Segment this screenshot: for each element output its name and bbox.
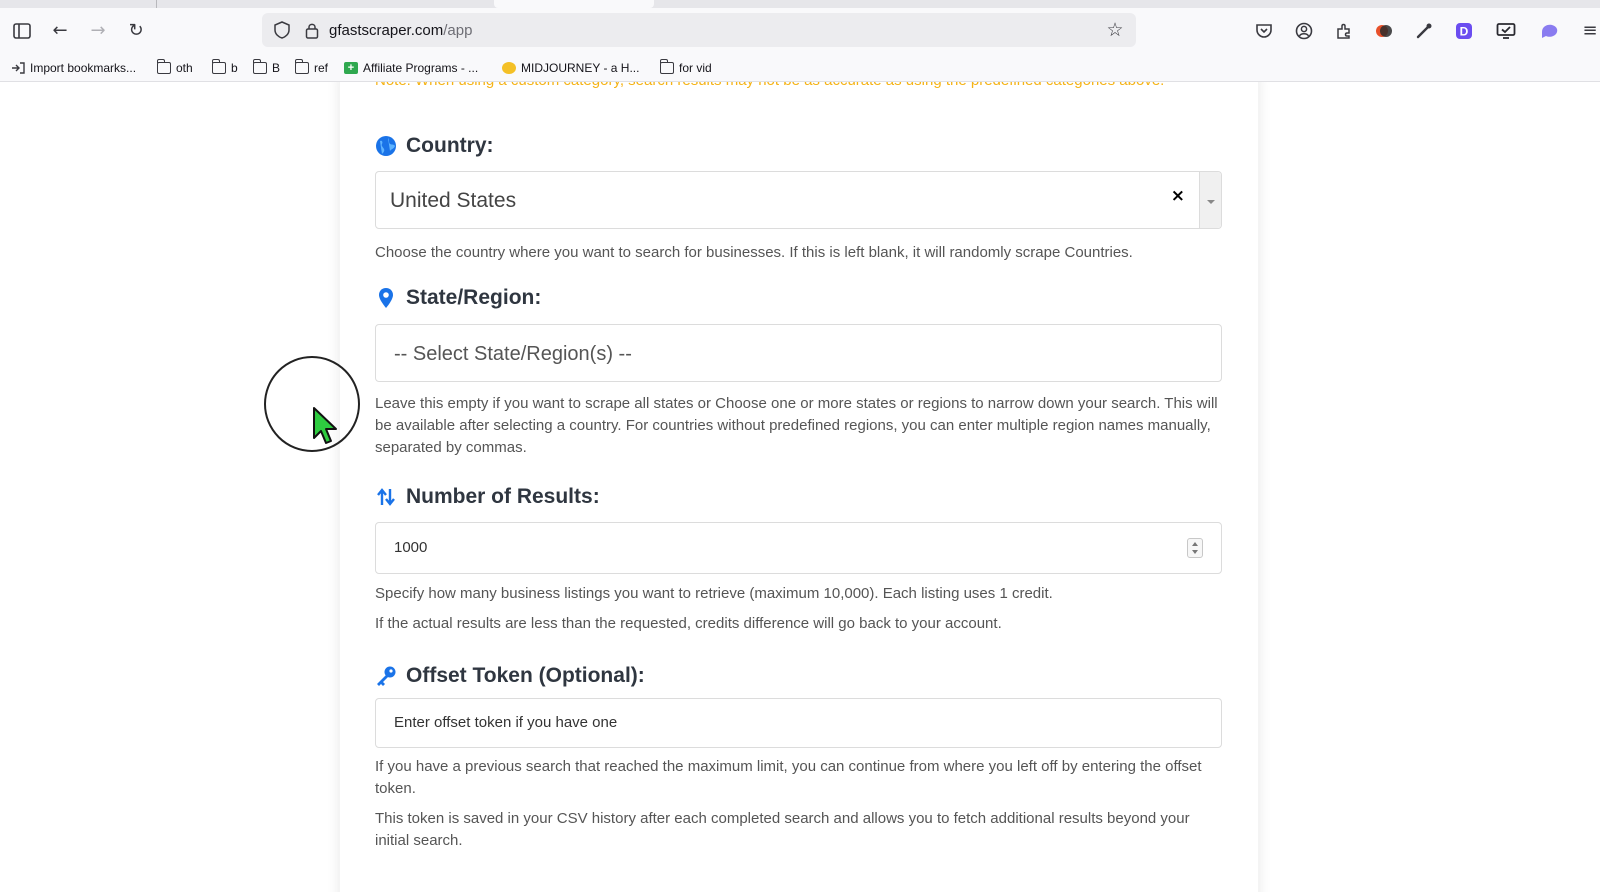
- url-host: gfastscraper.com: [329, 22, 444, 39]
- bookmark-label: MIDJOURNEY - a H...: [521, 61, 640, 75]
- bookmark-label: b: [231, 61, 238, 75]
- midjourney-icon: [502, 62, 516, 74]
- state-region-help-text: Leave this empty if you want to scrape a…: [375, 395, 1218, 456]
- country-select[interactable]: United States ×: [375, 171, 1222, 229]
- back-icon[interactable]: ←: [48, 19, 72, 43]
- ai-assistant-icon[interactable]: [1538, 19, 1562, 43]
- url-bar[interactable]: gfastscraper.com/app ☆: [262, 13, 1136, 47]
- extensions-icon[interactable]: [1332, 19, 1356, 43]
- bookmark-affiliate-programs[interactable]: + Affiliate Programs - ...: [344, 60, 478, 76]
- chevron-down-icon[interactable]: [1199, 172, 1221, 228]
- bookmark-folder-for-vid[interactable]: for vid: [659, 59, 712, 76]
- country-label-text: Country:: [406, 134, 494, 157]
- browser-toolbar: ← → ↻ gfastscraper.com/app ☆ D ≡: [0, 8, 1600, 54]
- state-region-placeholder: -- Select State/Region(s) --: [394, 343, 632, 365]
- country-help-text: Choose the country where you want to sea…: [375, 244, 1133, 261]
- clear-selection-icon[interactable]: ×: [1171, 186, 1185, 206]
- bookmark-folder-oth[interactable]: oth: [156, 59, 193, 76]
- menu-icon[interactable]: ≡: [1578, 19, 1600, 43]
- active-tab[interactable]: [494, 0, 654, 8]
- svg-text:D: D: [1460, 25, 1469, 39]
- tab-separator: [156, 0, 157, 8]
- country-label: Country:: [375, 134, 494, 158]
- url-path: /app: [443, 22, 473, 39]
- tab-strip: [0, 0, 1600, 8]
- number-of-results-help-text: Specify how many business listings you w…: [375, 585, 1053, 602]
- number-of-results-value: 1000: [394, 539, 428, 556]
- offset-token-label: Offset Token (Optional):: [375, 664, 645, 688]
- bookmark-folder-ref[interactable]: ref: [294, 59, 329, 76]
- sidebar-toggle-icon[interactable]: [10, 19, 34, 43]
- number-stepper[interactable]: [1187, 538, 1203, 558]
- forward-icon[interactable]: →: [86, 19, 110, 43]
- lock-icon[interactable]: [302, 20, 322, 40]
- color-extension-icon[interactable]: [1372, 19, 1396, 43]
- state-region-label-text: State/Region:: [406, 286, 542, 309]
- bookmarks-bar: Import bookmarks... oth b B ref + Affili…: [0, 54, 1600, 82]
- folder-icon: [659, 59, 674, 74]
- url-text[interactable]: gfastscraper.com/app: [329, 22, 472, 39]
- custom-category-note: Note: When using a custom category, sear…: [375, 82, 1205, 91]
- bookmark-folder-b[interactable]: b: [211, 59, 238, 76]
- state-region-label: State/Region:: [375, 286, 541, 310]
- number-of-results-label-text: Number of Results:: [406, 485, 600, 508]
- folder-icon: [211, 59, 226, 74]
- offset-token-placeholder: Enter offset token if you have one: [394, 714, 618, 731]
- number-of-results-label: Number of Results:: [375, 485, 600, 509]
- bookmark-label: Import bookmarks...: [30, 61, 137, 75]
- credits-refund-help-text: If the actual results are less than the …: [375, 615, 1002, 632]
- pocket-icon[interactable]: [1252, 19, 1276, 43]
- eyedropper-icon[interactable]: [1412, 19, 1436, 43]
- search-form-card: Note: When using a custom category, sear…: [340, 82, 1258, 892]
- offset-token-csv-help-text: This token is saved in your CSV history …: [375, 810, 1190, 849]
- state-region-select[interactable]: -- Select State/Region(s) --: [375, 324, 1222, 382]
- shield-icon[interactable]: [272, 20, 292, 40]
- offset-token-label-text: Offset Token (Optional):: [406, 664, 645, 687]
- reload-icon[interactable]: ↻: [124, 19, 148, 43]
- account-icon[interactable]: [1292, 19, 1316, 43]
- screen-capture-icon[interactable]: [1494, 19, 1518, 43]
- bookmark-star-icon[interactable]: ☆: [1104, 19, 1126, 41]
- folder-icon: [252, 59, 267, 74]
- bookmark-label: for vid: [679, 61, 712, 75]
- bookmark-label: ref: [314, 61, 329, 75]
- folder-icon: [156, 59, 171, 74]
- bookmark-folder-B[interactable]: B: [252, 59, 281, 76]
- bookmark-label: Affiliate Programs - ...: [363, 61, 479, 75]
- bookmark-label: oth: [176, 61, 193, 75]
- d-extension-icon[interactable]: D: [1452, 19, 1476, 43]
- import-icon: [11, 62, 25, 74]
- sort-arrows-icon: [375, 486, 397, 508]
- folder-icon: [294, 59, 309, 74]
- green-plus-icon: +: [344, 62, 358, 74]
- page-content: Note: When using a custom category, sear…: [0, 82, 1600, 892]
- country-selected-value: United States: [390, 189, 517, 212]
- key-icon: [375, 665, 397, 687]
- bookmark-label: B: [272, 61, 281, 75]
- number-of-results-input[interactable]: 1000: [375, 522, 1222, 574]
- offset-token-input[interactable]: Enter offset token if you have one: [375, 698, 1222, 748]
- bookmark-import[interactable]: Import bookmarks...: [11, 60, 136, 76]
- bookmark-midjourney[interactable]: MIDJOURNEY - a H...: [502, 60, 639, 76]
- offset-token-help-text: If you have a previous search that reach…: [375, 758, 1202, 797]
- globe-icon: [375, 135, 397, 157]
- map-pin-icon: [375, 287, 397, 309]
- cursor-pointer-icon: [312, 406, 342, 446]
